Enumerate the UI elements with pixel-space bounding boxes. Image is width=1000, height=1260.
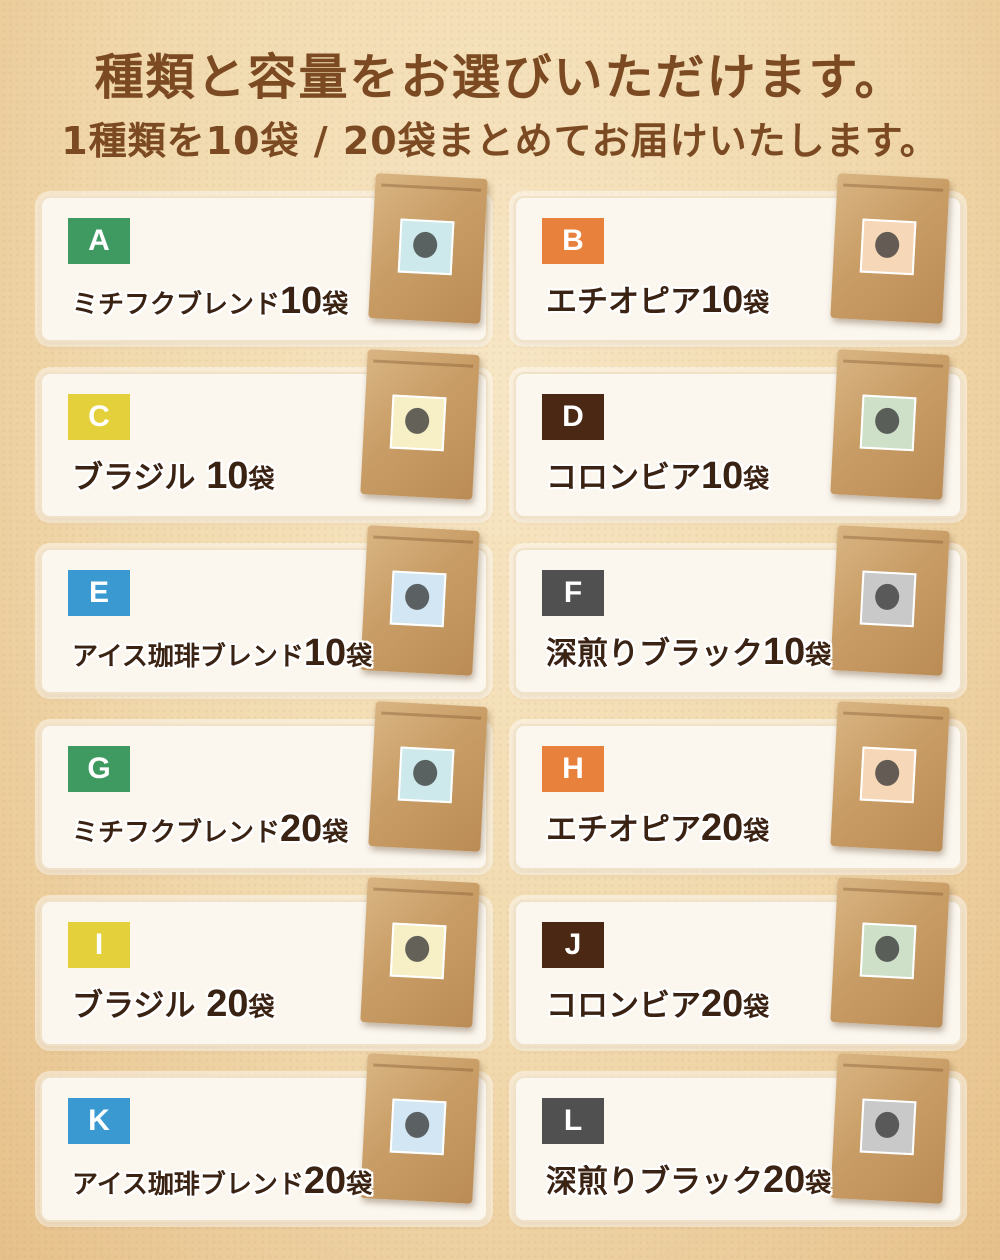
product-name: 深煎りブラック10袋 <box>546 628 831 674</box>
coffee-pouch-image <box>368 173 488 324</box>
option-badge: E <box>68 570 130 616</box>
product-count: 10 <box>303 632 347 674</box>
product-name-text: アイス珈琲ブレンド <box>72 1170 304 1200</box>
product-unit: 袋 <box>743 993 770 1023</box>
pouch-label <box>397 218 455 276</box>
pouch-label <box>859 218 917 276</box>
product-name-text: エチオピア <box>546 284 701 320</box>
product-count: 20 <box>701 807 744 849</box>
coffee-pouch-image <box>368 701 488 852</box>
pouch-label <box>389 1098 447 1156</box>
coffee-pouch-image <box>830 877 950 1028</box>
product-name: コロンビア20袋 <box>546 980 769 1026</box>
product-count: 10 <box>701 455 744 497</box>
product-name-text: コロンビア <box>546 460 701 496</box>
product-unit: 袋 <box>322 290 349 320</box>
pouch-label <box>397 746 455 804</box>
product-name-text: ブラジル <box>72 988 207 1024</box>
pouch-label <box>859 746 917 804</box>
product-name: エチオピア20袋 <box>546 804 769 850</box>
page-subtitle: 1種類を10袋 / 20袋まとめてお届けいたします。 <box>61 119 939 163</box>
product-card-b[interactable]: B エチオピア10袋 <box>514 173 962 342</box>
product-count: 20 <box>206 983 249 1025</box>
product-unit: 袋 <box>248 465 275 495</box>
product-name: 深煎りブラック20袋 <box>546 1156 831 1202</box>
product-name-text: エチオピア <box>546 812 701 848</box>
coffee-pouch-image <box>360 349 480 500</box>
product-card-d[interactable]: D コロンビア10袋 <box>514 349 962 518</box>
product-card-e[interactable]: E アイス珈琲ブレンド10袋 <box>40 525 488 694</box>
option-badge: F <box>542 570 604 616</box>
option-badge: B <box>542 218 604 264</box>
option-badge: D <box>542 394 604 440</box>
product-name: アイス珈琲ブレンド20袋 <box>72 1160 372 1203</box>
product-card-a[interactable]: A ミチフクブレンド10袋 <box>40 173 488 342</box>
product-count: 20 <box>280 808 323 850</box>
product-card-f[interactable]: F 深煎りブラック10袋 <box>514 525 962 694</box>
page-title: 種類と容量をお選びいただけます。 <box>94 49 906 106</box>
product-name: コロンビア10袋 <box>546 452 769 498</box>
product-name-text: 深煎りブラック <box>546 636 763 672</box>
product-card-j[interactable]: J コロンビア20袋 <box>514 877 962 1046</box>
product-unit: 袋 <box>322 818 349 848</box>
product-card-i[interactable]: I ブラジル 20袋 <box>40 877 488 1046</box>
product-card-h[interactable]: H エチオピア20袋 <box>514 701 962 870</box>
coffee-pouch-image <box>830 349 950 500</box>
product-count: 20 <box>303 1160 347 1202</box>
product-count: 20 <box>701 983 744 1025</box>
product-name-text: ミチフクブレンド <box>72 290 281 320</box>
product-card-k[interactable]: K アイス珈琲ブレンド20袋 <box>40 1053 488 1222</box>
product-name: ブラジル 10袋 <box>72 452 274 498</box>
option-badge: A <box>68 218 130 264</box>
product-card-c[interactable]: C ブラジル 10袋 <box>40 349 488 518</box>
pouch-label <box>859 394 917 452</box>
option-badge: J <box>542 922 604 968</box>
pouch-label <box>389 394 447 452</box>
option-badge: K <box>68 1098 130 1144</box>
option-badge: L <box>542 1098 604 1144</box>
product-unit: 袋 <box>248 993 275 1023</box>
product-unit: 袋 <box>743 289 770 319</box>
pouch-label <box>859 1098 917 1156</box>
coffee-pouch-image <box>360 525 480 676</box>
option-badge: C <box>68 394 130 440</box>
pouch-label <box>859 922 917 980</box>
product-count: 10 <box>701 279 744 321</box>
product-unit: 袋 <box>346 642 373 672</box>
coffee-pouch-image <box>830 701 950 852</box>
product-name: ミチフクブレンド10袋 <box>72 280 348 323</box>
option-badge: I <box>68 922 130 968</box>
coffee-pouch-image <box>830 173 950 324</box>
product-name-text: ブラジル <box>72 460 207 496</box>
product-name-text: ミチフクブレンド <box>72 818 281 848</box>
option-badge: G <box>68 746 130 792</box>
product-unit: 袋 <box>805 641 832 671</box>
product-name-text: アイス珈琲ブレンド <box>72 642 304 672</box>
product-name: ブラジル 20袋 <box>72 980 274 1026</box>
product-count: 10 <box>763 631 806 673</box>
coffee-pouch-image <box>830 1053 950 1204</box>
product-card-g[interactable]: G ミチフクブレンド20袋 <box>40 701 488 870</box>
product-name: アイス珈琲ブレンド10袋 <box>72 632 372 675</box>
product-name: ミチフクブレンド20袋 <box>72 808 348 851</box>
pouch-label <box>389 922 447 980</box>
coffee-pouch-image <box>830 525 950 676</box>
product-count: 10 <box>280 280 323 322</box>
product-name-text: コロンビア <box>546 988 701 1024</box>
pouch-label <box>389 570 447 628</box>
product-unit: 袋 <box>743 465 770 495</box>
pouch-label <box>859 570 917 628</box>
product-count: 10 <box>206 455 249 497</box>
product-unit: 袋 <box>346 1170 373 1200</box>
product-unit: 袋 <box>743 817 770 847</box>
coffee-pouch-image <box>360 877 480 1028</box>
product-name: エチオピア10袋 <box>546 276 769 322</box>
coffee-pouch-image <box>360 1053 480 1204</box>
product-card-l[interactable]: L 深煎りブラック20袋 <box>514 1053 962 1222</box>
product-count: 20 <box>763 1159 806 1201</box>
product-unit: 袋 <box>805 1169 832 1199</box>
option-badge: H <box>542 746 604 792</box>
product-name-text: 深煎りブラック <box>546 1164 763 1200</box>
